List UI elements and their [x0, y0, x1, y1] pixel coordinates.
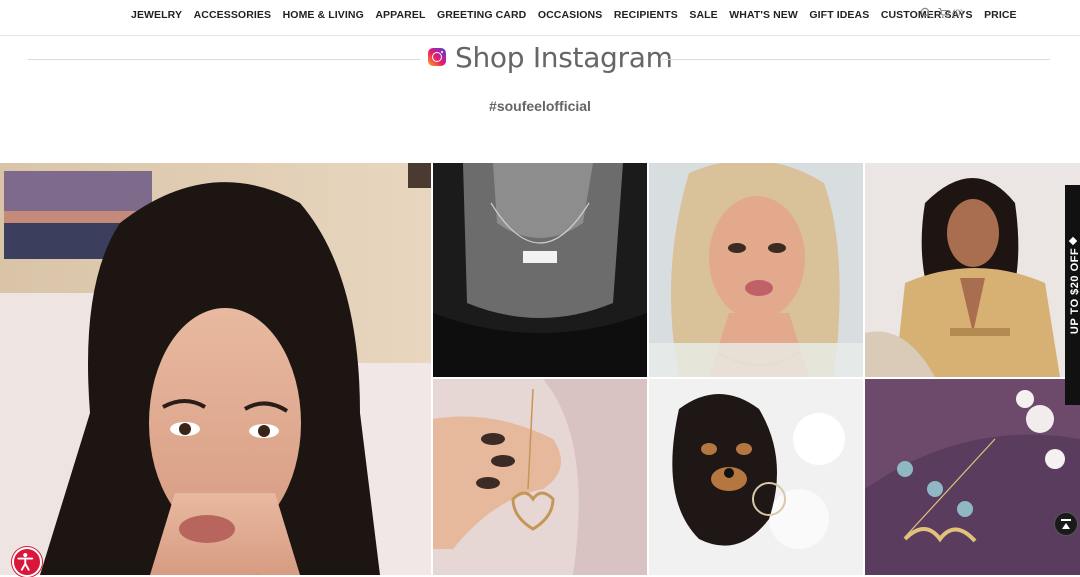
photo-puppy-pendant — [649, 379, 863, 575]
photo-blonde-necklace — [649, 163, 863, 377]
header-divider-left — [28, 59, 420, 60]
nav-item-occasions[interactable]: OCCASIONS — [538, 8, 603, 22]
photo-name-necklace — [433, 163, 647, 377]
side-promo-tab[interactable]: UP TO $20 OFF — [1065, 185, 1080, 405]
nav-item-sale[interactable]: SALE — [689, 8, 717, 22]
instagram-photo-dog[interactable] — [649, 379, 863, 575]
photo-yellow-blazer — [865, 163, 1080, 377]
nav-item-home-living[interactable]: HOME & LIVING — [283, 8, 364, 22]
nav-item-greeting-card[interactable]: GREETING CARD — [437, 8, 526, 22]
instagram-photo-grid — [0, 163, 1080, 575]
header-divider-right — [660, 59, 1050, 60]
search-icon[interactable] — [920, 7, 932, 19]
cart-button[interactable]: (0) — [938, 7, 964, 19]
top-navigation: JEWELRY ACCESSORIES HOME & LIVING APPARE… — [0, 0, 1080, 36]
instagram-photo-large[interactable] — [0, 163, 431, 575]
side-promo-label: UP TO $20 OFF — [1069, 247, 1080, 335]
instagram-photo-name-necklace-bw[interactable] — [433, 163, 647, 377]
nav-item-whats-new[interactable]: WHAT'S NEW — [729, 8, 798, 22]
instagram-photo-blonde-model[interactable] — [649, 163, 863, 377]
instagram-photo-yellow-suit[interactable] — [865, 163, 1080, 377]
nav-item-accessories[interactable]: ACCESSORIES — [194, 8, 272, 22]
back-to-top-icon[interactable] — [1054, 512, 1078, 536]
nav-item-price[interactable]: PRICE — [984, 8, 1017, 22]
accessibility-icon[interactable] — [12, 547, 42, 577]
cart-count: (0) — [952, 7, 964, 19]
nav-item-recipients[interactable]: RECIPIENTS — [614, 8, 678, 22]
nav-item-jewelry[interactable]: JEWELRY — [131, 8, 182, 22]
shop-instagram-header: Shop Instagram — [0, 40, 1080, 80]
nav-item-apparel[interactable]: APPAREL — [375, 8, 425, 22]
photo-love-necklace-book — [865, 379, 1080, 575]
accessibility-figure-icon — [17, 552, 34, 571]
nav-item-gift-ideas[interactable]: GIFT IDEAS — [809, 8, 869, 22]
photo-hand-heart-pendant — [433, 379, 647, 575]
instagram-photo-love-necklace[interactable] — [865, 379, 1080, 575]
cart-icon — [938, 8, 950, 19]
nav-utility-icons: (0) — [920, 7, 964, 19]
nav-menu: JEWELRY ACCESSORIES HOME & LIVING APPARE… — [131, 8, 1028, 22]
instagram-icon — [428, 48, 446, 66]
hashtag-link[interactable]: #soufeelofficial — [0, 98, 1080, 114]
section-title: Shop Instagram — [455, 41, 673, 74]
instagram-photo-hand-pendant[interactable] — [433, 379, 647, 575]
photo-selfie-necklace — [0, 163, 431, 575]
